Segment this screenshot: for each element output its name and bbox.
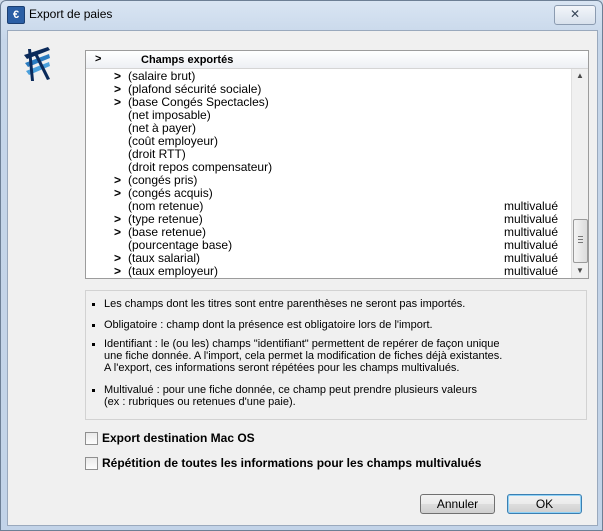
exported-fields-list[interactable]: > Champs exportés > (salaire brut) > (plafo…: [85, 50, 589, 279]
list-rows: > (salaire brut) > (plafond sécurité social…: [86, 69, 571, 278]
row-arrow-icon: >: [114, 264, 122, 278]
app-icon: €: [7, 6, 25, 24]
multivalue-flag: multivalué: [504, 264, 559, 278]
row-arrow-icon: >: [114, 225, 122, 239]
window-title: Export de paies: [29, 7, 113, 21]
scroll-thumb[interactable]: [573, 219, 588, 263]
field-name: (taux employeur): [128, 264, 219, 278]
ok-button[interactable]: OK: [507, 494, 582, 514]
column-header-label: Champs exportés: [141, 54, 234, 66]
header-arrow-icon: >: [95, 53, 102, 65]
mac-os-checkbox-label[interactable]: Export destination Mac OS: [102, 431, 255, 445]
list-item[interactable]: > (taux employeur) multivalué: [86, 265, 571, 278]
note-text: Obligatoire : champ dont la présence est…: [104, 319, 433, 331]
scroll-up-arrow-icon[interactable]: ▲: [574, 71, 586, 81]
mac-os-checkbox[interactable]: [85, 432, 98, 445]
title-bar[interactable]: € Export de paies ✕: [1, 1, 602, 29]
repeat-info-checkbox[interactable]: [85, 457, 98, 470]
bullet-icon: [92, 389, 95, 392]
legend-notes-panel: Les champs dont les titres sont entre pa…: [85, 290, 587, 420]
dialog-content: > Champs exportés > (salaire brut) > (plafo…: [7, 30, 598, 526]
scroll-down-arrow-icon[interactable]: ▼: [574, 266, 586, 276]
close-button[interactable]: ✕: [554, 5, 596, 25]
dialog-window: € Export de paies ✕ > Champs exportés >(…: [0, 0, 603, 531]
app-logo-icon: [24, 47, 50, 81]
bullet-icon: [92, 303, 95, 306]
note-text: Multivalué : pour une fiche donnée, ce c…: [104, 384, 478, 408]
bullet-icon: [92, 343, 95, 346]
row-arrow-icon: >: [114, 95, 122, 109]
row-arrow-icon: >: [114, 186, 122, 200]
note-text: Identifiant : le (ou les) champs "identi…: [104, 338, 503, 374]
repeat-info-checkbox-label[interactable]: Répétition de toutes les informations po…: [102, 456, 481, 470]
cancel-button[interactable]: Annuler: [420, 494, 495, 514]
list-scrollbar[interactable]: ▲ ▼: [571, 69, 588, 278]
note-text: Les champs dont les titres sont entre pa…: [104, 298, 466, 310]
list-header[interactable]: > Champs exportés: [86, 51, 588, 69]
bullet-icon: [92, 324, 95, 327]
